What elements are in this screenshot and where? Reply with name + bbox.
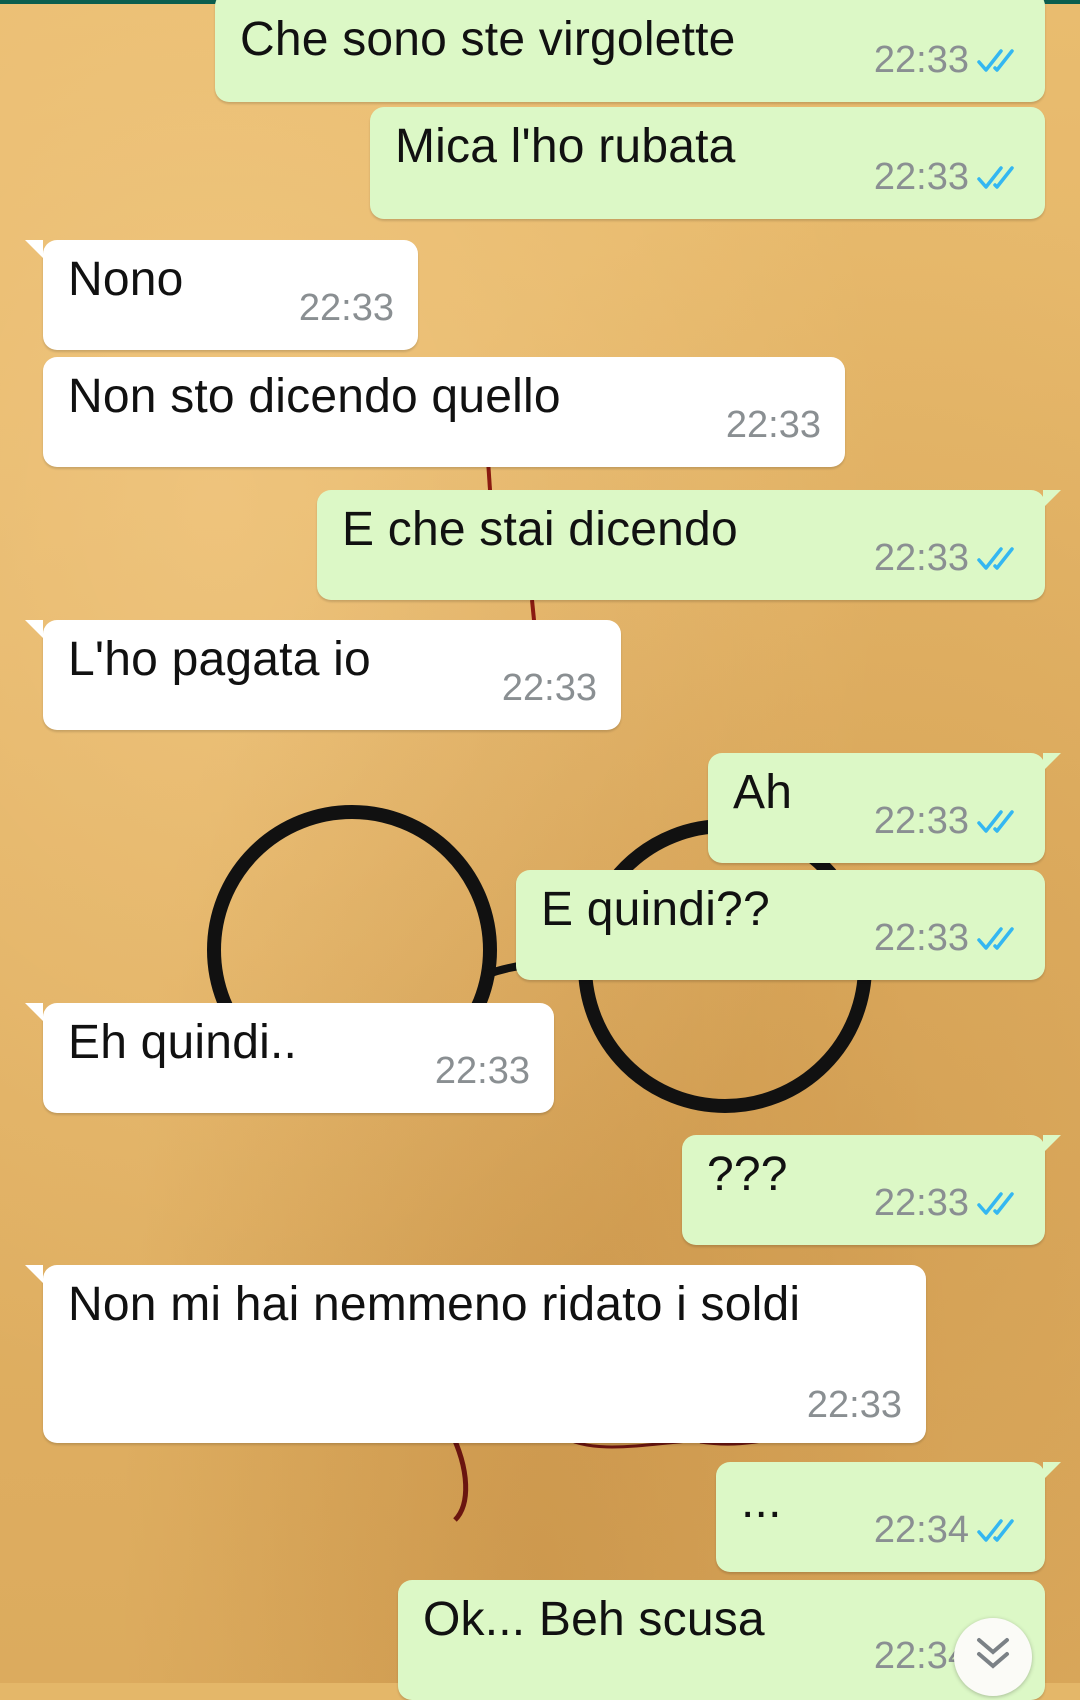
read-double-check-icon [977, 1518, 1014, 1542]
read-double-check-icon [977, 165, 1014, 189]
message-timestamp: 22:33 [725, 404, 821, 446]
message-timestamp: 22:33 [806, 1384, 902, 1426]
read-double-check-icon [977, 809, 1014, 833]
message-meta: 22:33 [874, 800, 1021, 843]
message-status [977, 545, 1021, 573]
incoming-message-bubble[interactable]: Eh quindi.. 22:33 [25, 1003, 554, 1113]
message-status [977, 1517, 1021, 1545]
message-meta: 22:33 [874, 537, 1021, 580]
message-status [977, 164, 1021, 192]
message-meta: 22:33 [726, 404, 821, 447]
incoming-message-bubble[interactable]: Nono 22:33 [25, 240, 418, 350]
read-double-check-icon [977, 926, 1014, 950]
message-text: Che sono ste virgolette [240, 13, 736, 66]
message-text: ??? [707, 1148, 788, 1201]
message-meta: 22:34 [874, 1509, 1021, 1552]
message-text: Eh quindi.. [68, 1016, 298, 1069]
outgoing-message-bubble[interactable]: E quindi?? 22:33 [516, 870, 1045, 980]
incoming-message-bubble[interactable]: L'ho pagata io 22:33 [25, 620, 621, 730]
message-meta: 22:33 [874, 156, 1021, 199]
message-timestamp: 22:33 [873, 39, 969, 81]
message-timestamp: 22:33 [873, 1182, 969, 1224]
message-status [977, 1190, 1021, 1218]
read-double-check-icon [977, 1191, 1014, 1215]
message-meta: 22:33 [874, 1182, 1021, 1225]
message-text: E quindi?? [541, 883, 770, 936]
double-chevron-down-icon [977, 1638, 1009, 1669]
message-meta: 22:33 [299, 287, 394, 330]
message-text: Ah [733, 766, 793, 819]
message-status [977, 808, 1021, 836]
message-text: Ok... Beh scusa [423, 1593, 765, 1646]
incoming-message-bubble[interactable]: Non mi hai nemmeno ridato i soldi 22:33 [25, 1265, 926, 1443]
outgoing-message-bubble[interactable]: Ok... Beh scusa 22:34 [398, 1580, 1045, 1700]
message-text: Mica l'ho rubata [395, 120, 736, 173]
read-double-check-icon [977, 546, 1014, 570]
outgoing-message-bubble[interactable]: Ah 22:33 [708, 753, 1061, 863]
outgoing-message-bubble[interactable]: ... 22:34 [716, 1462, 1061, 1572]
message-meta: 22:33 [502, 667, 597, 710]
message-meta: 22:33 [874, 917, 1021, 960]
message-timestamp: 22:34 [873, 1509, 969, 1551]
outgoing-message-bubble[interactable]: E che stai dicendo 22:33 [317, 490, 1061, 600]
message-timestamp: 22:33 [501, 667, 597, 709]
outgoing-message-bubble[interactable]: Mica l'ho rubata 22:33 [370, 107, 1045, 219]
message-meta: 22:33 [874, 39, 1021, 82]
outgoing-message-bubble[interactable]: Che sono ste virgolette 22:33 [215, 0, 1045, 102]
message-text: L'ho pagata io [68, 633, 371, 686]
message-timestamp: 22:33 [873, 917, 969, 959]
message-status [977, 47, 1021, 75]
message-text: ... [741, 1475, 782, 1528]
message-timestamp: 22:33 [434, 1050, 530, 1092]
message-meta: 22:33 [807, 1384, 902, 1427]
message-timestamp: 22:33 [873, 800, 969, 842]
message-timestamp: 22:33 [873, 156, 969, 198]
message-timestamp: 22:33 [298, 287, 394, 329]
message-text: Non mi hai nemmeno ridato i soldi [68, 1278, 801, 1331]
read-double-check-icon [977, 48, 1014, 72]
message-meta: 22:33 [435, 1050, 530, 1093]
message-text: E che stai dicendo [342, 503, 738, 556]
message-timestamp: 22:33 [873, 537, 969, 579]
outgoing-message-bubble[interactable]: ??? 22:33 [682, 1135, 1061, 1245]
incoming-message-bubble[interactable]: Non sto dicendo quello 22:33 [43, 357, 845, 467]
scroll-to-bottom-button[interactable] [954, 1618, 1032, 1696]
message-text: Nono [68, 253, 184, 306]
message-text: Non sto dicendo quello [68, 370, 561, 423]
message-status [977, 925, 1021, 953]
